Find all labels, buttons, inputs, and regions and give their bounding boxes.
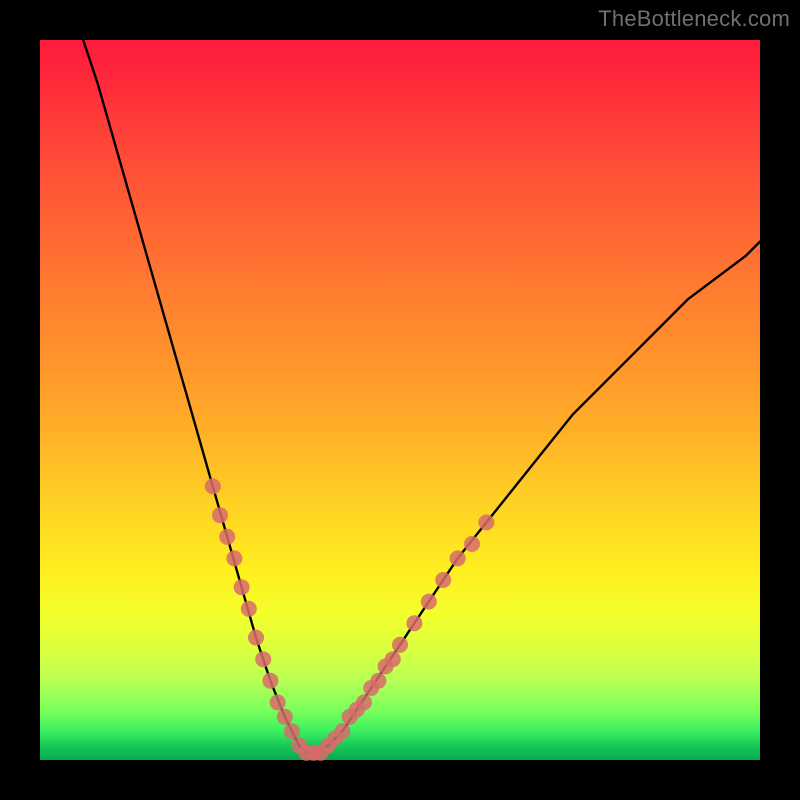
data-marker	[435, 572, 451, 588]
data-marker	[219, 529, 235, 545]
data-marker	[212, 507, 228, 523]
data-marker	[450, 550, 466, 566]
data-marker	[248, 630, 264, 646]
data-marker	[385, 651, 401, 667]
data-marker	[226, 550, 242, 566]
data-marker	[334, 723, 350, 739]
data-marker	[284, 723, 300, 739]
data-marker	[270, 694, 286, 710]
data-marker	[406, 615, 422, 631]
watermark-text: TheBottleneck.com	[598, 6, 790, 32]
data-marker	[277, 709, 293, 725]
data-marker	[421, 594, 437, 610]
bottleneck-curve	[83, 40, 760, 753]
curve-svg	[40, 40, 760, 760]
data-marker	[234, 579, 250, 595]
data-marker	[241, 601, 257, 617]
marker-layer	[205, 478, 495, 760]
data-marker	[478, 514, 494, 530]
data-marker	[255, 651, 271, 667]
data-marker	[370, 673, 386, 689]
curve-layer	[83, 40, 760, 753]
data-marker	[205, 478, 221, 494]
data-marker	[392, 637, 408, 653]
data-marker	[262, 673, 278, 689]
plot-area	[40, 40, 760, 760]
data-marker	[464, 536, 480, 552]
chart-frame: TheBottleneck.com	[0, 0, 800, 800]
data-marker	[356, 694, 372, 710]
